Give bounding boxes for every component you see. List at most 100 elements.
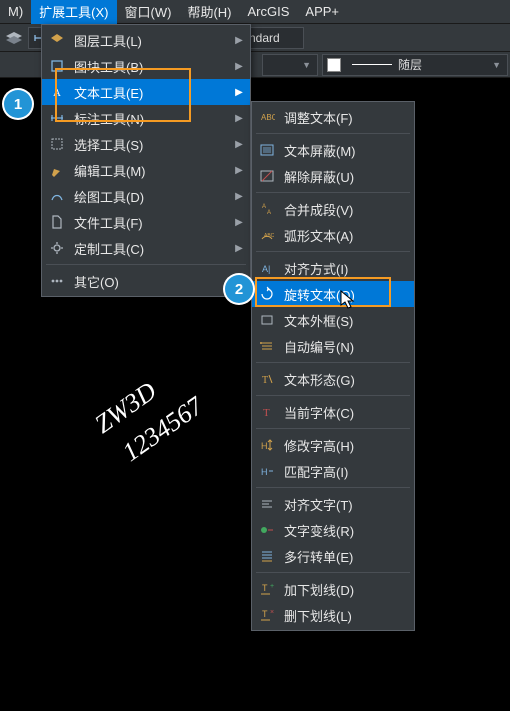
submenu-del-underline[interactable]: T×删下划线(L) <box>252 602 414 628</box>
svg-text:A: A <box>53 87 61 99</box>
submenu-auto-number[interactable]: 自动编号(N) <box>252 333 414 359</box>
adjust-text-icon: ABC <box>258 108 276 126</box>
separator <box>256 572 410 573</box>
menu-dim-tools[interactable]: 标注工具(N)▶ <box>42 105 250 131</box>
submenu-add-underline[interactable]: T+加下划线(D) <box>252 576 414 602</box>
submenu-arrow-icon: ▶ <box>234 35 244 46</box>
align-icon: A| <box>258 259 276 277</box>
submenu-rotate-text[interactable]: 旋转文本(O) <box>252 281 414 307</box>
edit-icon <box>48 161 66 179</box>
submenu-arrow-icon: ▶ <box>234 87 244 98</box>
separator <box>46 264 246 265</box>
callout-badge-1: 1 <box>4 90 32 118</box>
callout-badge-2: 2 <box>225 275 253 303</box>
select-icon <box>48 135 66 153</box>
svg-text:ABC: ABC <box>261 113 275 122</box>
color-select[interactable]: ▼ <box>262 54 318 76</box>
draw-icon <box>48 187 66 205</box>
submenu-arc-text[interactable]: ABC弧形文本(A) <box>252 222 414 248</box>
menu-item-help[interactable]: 帮助(H) <box>179 0 239 24</box>
menu-item-appplus[interactable]: APP+ <box>297 0 347 24</box>
submenu-align-text[interactable]: 对齐文字(T) <box>252 491 414 517</box>
canvas-sample-text: ZW3D 1234567 <box>86 355 211 475</box>
dim-icon <box>48 109 66 127</box>
menu-item-window[interactable]: 窗口(W) <box>117 0 180 24</box>
submenu-text-mask[interactable]: 文本屏蔽(M) <box>252 137 414 163</box>
menu-item-arcgis[interactable]: ArcGIS <box>240 0 298 24</box>
custom-icon <box>48 239 66 257</box>
separator <box>256 428 410 429</box>
height-icon: H <box>258 436 276 454</box>
text-tools-submenu: ABC调整文本(F) 文本屏蔽(M) 解除屏蔽(U) AA合并成段(V) ABC… <box>251 101 415 631</box>
merge-icon: AA <box>258 200 276 218</box>
color-swatch-icon <box>327 58 341 72</box>
svg-text:×: × <box>270 609 274 616</box>
menu-item-ext-tools[interactable]: 扩展工具(X) <box>31 0 116 24</box>
submenu-change-height[interactable]: H修改字高(H) <box>252 432 414 458</box>
rotate-icon <box>258 285 276 303</box>
separator <box>256 133 410 134</box>
svg-text:T: T <box>262 583 268 593</box>
chevron-down-icon: ▼ <box>296 60 311 70</box>
menu-file-tools[interactable]: 文件工具(F)▶ <box>42 209 250 235</box>
other-icon <box>48 272 66 290</box>
submenu-current-font[interactable]: T当前字体(C) <box>252 399 414 425</box>
menu-edit-tools[interactable]: 编辑工具(M)▶ <box>42 157 250 183</box>
unmask-icon <box>258 167 276 185</box>
match-height-icon: H <box>258 462 276 480</box>
separator <box>256 192 410 193</box>
underline-del-icon: T× <box>258 606 276 624</box>
menu-block-tools[interactable]: 图块工具(B)▶ <box>42 53 250 79</box>
submenu-align-mode[interactable]: A|对齐方式(I) <box>252 255 414 281</box>
underline-add-icon: T+ <box>258 580 276 598</box>
menubar: M) 扩展工具(X) 窗口(W) 帮助(H) ArcGIS APP+ <box>0 0 510 24</box>
svg-text:H: H <box>261 467 268 477</box>
svg-text:A: A <box>267 210 271 216</box>
menu-text-tools[interactable]: A文本工具(E)▶ <box>42 79 250 105</box>
menu-layer-tools[interactable]: 图层工具(L)▶ <box>42 27 250 53</box>
separator <box>256 487 410 488</box>
separator <box>256 362 410 363</box>
submenu-arrow-icon: ▶ <box>234 191 244 202</box>
svg-text:ABC: ABC <box>264 233 275 239</box>
menu-item-m[interactable]: M) <box>0 0 31 24</box>
mask-icon <box>258 141 276 159</box>
submenu-mtext-to-single[interactable]: 多行转单(E) <box>252 543 414 569</box>
submenu-text-to-line[interactable]: 文字变线(R) <box>252 517 414 543</box>
arc-text-icon: ABC <box>258 226 276 244</box>
submenu-merge-para[interactable]: AA合并成段(V) <box>252 196 414 222</box>
submenu-text-frame[interactable]: 文本外框(S) <box>252 307 414 333</box>
align-text-icon <box>258 495 276 513</box>
submenu-adjust-text[interactable]: ABC调整文本(F) <box>252 104 414 130</box>
menu-draw-tools[interactable]: 绘图工具(D)▶ <box>42 183 250 209</box>
line-sample-icon <box>352 64 392 65</box>
svg-text:T: T <box>262 375 268 386</box>
file-icon <box>48 213 66 231</box>
linetype-select[interactable]: 随层 ▼ <box>322 54 508 76</box>
linetype-label: 随层 <box>398 56 422 73</box>
submenu-text-shape[interactable]: T文本形态(G) <box>252 366 414 392</box>
layer-icon[interactable] <box>4 28 24 48</box>
separator <box>256 251 410 252</box>
font-icon: T <box>258 403 276 421</box>
svg-text:T: T <box>263 407 270 419</box>
submenu-arrow-icon: ▶ <box>234 113 244 124</box>
svg-text:T: T <box>262 609 268 619</box>
menu-custom-tools[interactable]: 定制工具(C)▶ <box>42 235 250 261</box>
submenu-arrow-icon: ▶ <box>234 139 244 150</box>
submenu-arrow-icon: ▶ <box>234 243 244 254</box>
svg-text:A|: A| <box>262 264 270 274</box>
submenu-unmask[interactable]: 解除屏蔽(U) <box>252 163 414 189</box>
chevron-down-icon: ▼ <box>486 60 501 70</box>
number-icon <box>258 337 276 355</box>
submenu-match-height[interactable]: H匹配字高(I) <box>252 458 414 484</box>
submenu-arrow-icon: ▶ <box>234 217 244 228</box>
frame-icon <box>258 311 276 329</box>
svg-text:+: + <box>270 583 274 590</box>
svg-text:A: A <box>262 204 266 210</box>
submenu-arrow-icon: ▶ <box>234 165 244 176</box>
text-shape-icon: T <box>258 370 276 388</box>
menu-other[interactable]: 其它(O)▶ <box>42 268 250 294</box>
menu-select-tools[interactable]: 选择工具(S)▶ <box>42 131 250 157</box>
m2s-icon <box>258 547 276 565</box>
